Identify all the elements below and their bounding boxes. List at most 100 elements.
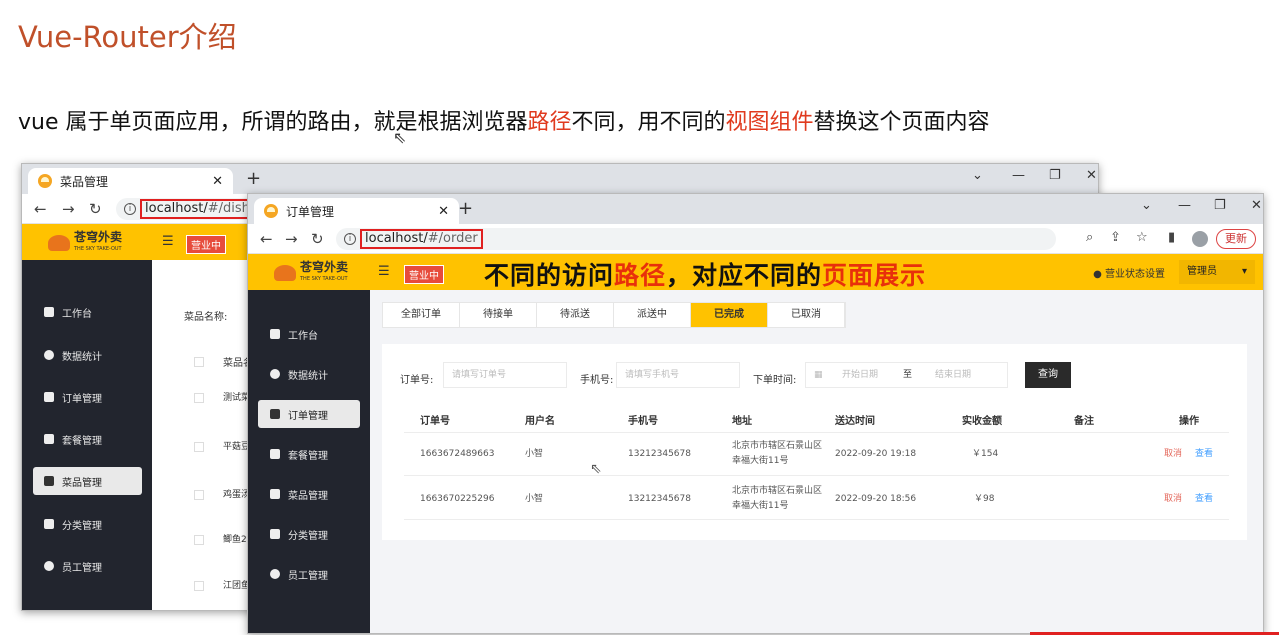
reload-icon[interactable]: ↻ xyxy=(311,230,324,248)
slide-title: Vue-Router介绍 xyxy=(18,20,237,54)
home-icon xyxy=(270,329,280,339)
row-checkbox[interactable] xyxy=(194,393,204,403)
url-host: localhost/ xyxy=(145,201,208,216)
chevron-down-icon[interactable]: ⌄ xyxy=(1141,198,1152,213)
row-checkbox[interactable] xyxy=(194,357,204,367)
end-date-input[interactable]: 结束日期 xyxy=(935,363,971,387)
restore-icon[interactable]: ❐ xyxy=(1214,198,1226,213)
annotation-banner: 不同的访问路径，对应不同的页面展示 xyxy=(484,256,926,292)
url-host: localhost/ xyxy=(365,231,428,246)
sidebar-item-categories[interactable]: 分类管理 xyxy=(270,520,362,548)
admin-dropdown[interactable]: 管理员 ▾ xyxy=(1179,260,1255,284)
row-checkbox[interactable] xyxy=(194,581,204,591)
date-range-picker[interactable]: ▦ 开始日期 至 结束日期 xyxy=(805,362,1008,388)
tab-delivering[interactable]: 派送中 xyxy=(614,303,691,327)
sidebar-item-dishes[interactable]: 菜品管理 xyxy=(33,467,142,495)
zoom-icon[interactable]: ⌕ xyxy=(1086,230,1093,245)
shop-status-setting[interactable]: ● 营业状态设置 xyxy=(1093,265,1165,280)
app-logo: 苍穹外卖 THE SKY TAKE-OUT xyxy=(274,261,348,285)
cancel-link[interactable]: 取消 xyxy=(1164,447,1182,462)
dish-row: 平菇豆 xyxy=(223,442,251,452)
row-checkbox[interactable] xyxy=(194,535,204,545)
browser-tab-dish[interactable]: 菜品管理 ✕ xyxy=(28,168,233,194)
logo-text: 苍穹外卖 THE SKY TAKE-OUT xyxy=(74,231,122,255)
tab-all-orders[interactable]: 全部订单 xyxy=(383,303,460,327)
sidebar-item-label: 工作台 xyxy=(62,308,92,320)
favicon-icon xyxy=(38,174,52,188)
back-icon[interactable]: ← xyxy=(260,230,273,248)
forward-icon[interactable]: → xyxy=(62,200,75,218)
sidebar-item-combos[interactable]: 套餐管理 xyxy=(44,425,144,453)
admin-label: 管理员 xyxy=(1187,266,1217,277)
menu-toggle-icon[interactable]: ☰ xyxy=(378,264,390,279)
close-tab-icon[interactable]: ✕ xyxy=(438,204,449,219)
order-no-input[interactable]: 请填写订单号 xyxy=(443,362,567,388)
chevron-down-icon[interactable]: ⌄ xyxy=(972,168,983,183)
url-path: #/dish xyxy=(207,201,250,216)
sidebar-item-employees[interactable]: 员工管理 xyxy=(44,552,144,580)
tab-completed[interactable]: 已完成 xyxy=(691,303,768,327)
row-checkbox[interactable] xyxy=(194,490,204,500)
status-badge: 营业中 xyxy=(186,235,226,254)
sidebar-item-orders[interactable]: 订单管理 xyxy=(44,383,144,411)
sidebar-item-employees[interactable]: 员工管理 xyxy=(270,560,362,588)
reload-icon[interactable]: ↻ xyxy=(89,200,102,218)
order-time-label: 下单时间: xyxy=(753,375,797,386)
favicon-icon xyxy=(264,204,278,218)
start-date-input[interactable]: 开始日期 xyxy=(842,363,878,387)
new-tab-icon[interactable]: + xyxy=(458,198,473,219)
tab-pending-dispatch[interactable]: 待派送 xyxy=(537,303,614,327)
logo-title: 苍穹外卖 xyxy=(300,260,349,274)
close-window-icon[interactable]: ✕ xyxy=(1251,198,1262,213)
query-button[interactable]: 查询 xyxy=(1025,362,1071,388)
url-field[interactable]: i localhost/#/order xyxy=(336,228,1056,250)
close-window-icon[interactable]: ✕ xyxy=(1086,168,1097,183)
url-field[interactable]: i localhost/#/dish xyxy=(116,198,256,220)
sidebar-item-categories[interactable]: 分类管理 xyxy=(44,510,144,538)
back-icon[interactable]: ← xyxy=(34,200,47,218)
logo-text: 苍穹外卖 THE SKY TAKE-OUT xyxy=(300,261,348,285)
close-tab-icon[interactable]: ✕ xyxy=(212,174,223,189)
tab-pending-accept[interactable]: 待接单 xyxy=(460,303,537,327)
banner-part: ，对应不同的 xyxy=(666,261,823,290)
subtitle-part: vue 属于单页面应用，所谓的路由，就是根据浏览器 xyxy=(18,110,528,135)
profile-avatar-icon[interactable] xyxy=(1192,231,1208,247)
forward-icon[interactable]: → xyxy=(285,230,298,248)
row-checkbox[interactable] xyxy=(194,442,204,452)
update-button[interactable]: 更新 xyxy=(1216,229,1256,249)
phone-input[interactable]: 请填写手机号 xyxy=(616,362,740,388)
sidebar-item-workbench[interactable]: 工作台 xyxy=(44,298,144,326)
to-label: 至 xyxy=(903,370,913,380)
column-header: 实收金额 xyxy=(962,416,1002,427)
cell-amount: ￥154 xyxy=(972,449,999,459)
minimize-icon[interactable]: — xyxy=(1178,198,1191,213)
menu-toggle-icon[interactable]: ☰ xyxy=(162,234,174,249)
new-tab-icon[interactable]: + xyxy=(246,168,261,189)
address-bar: ← → ↻ i localhost/#/order ⌕ ⇪ ☆ ▮ 更新 xyxy=(248,224,1263,254)
share-icon[interactable]: ⇪ xyxy=(1110,230,1121,245)
sidebar-item-orders[interactable]: 订单管理 xyxy=(258,400,360,428)
tab-strip: 订单管理 ✕ + ⌄ — ❐ ✕ xyxy=(248,194,1263,224)
cancel-link[interactable]: 取消 xyxy=(1164,492,1182,507)
view-link[interactable]: 查看 xyxy=(1195,447,1213,462)
tab-cancelled[interactable]: 已取消 xyxy=(768,303,845,327)
sidepanel-icon[interactable]: ▮ xyxy=(1168,230,1175,245)
sidebar-item-stats[interactable]: 数据统计 xyxy=(270,360,362,388)
logo-icon xyxy=(274,265,296,281)
sidebar-item-stats[interactable]: 数据统计 xyxy=(44,341,144,369)
mouse-cursor-icon: ⇖ xyxy=(590,461,602,477)
browser-tab-order[interactable]: 订单管理 ✕ xyxy=(254,198,459,224)
sidebar-item-dishes[interactable]: 菜品管理 xyxy=(270,480,362,508)
view-link[interactable]: 查看 xyxy=(1195,492,1213,507)
restore-icon[interactable]: ❐ xyxy=(1049,168,1061,183)
sidebar-item-label: 分类管理 xyxy=(62,520,102,532)
clipboard-icon xyxy=(270,409,280,419)
sidebar-item-workbench[interactable]: 工作台 xyxy=(270,320,362,348)
minimize-icon[interactable]: — xyxy=(1012,168,1025,183)
star-icon[interactable]: ☆ xyxy=(1136,230,1148,245)
address-line: 北京市市辖区石景山区 xyxy=(732,441,823,451)
sidebar-item-label: 套餐管理 xyxy=(288,450,328,462)
sidebar-item-label: 工作台 xyxy=(288,330,318,342)
column-header: 送达时间 xyxy=(835,416,875,427)
sidebar-item-combos[interactable]: 套餐管理 xyxy=(270,440,362,468)
